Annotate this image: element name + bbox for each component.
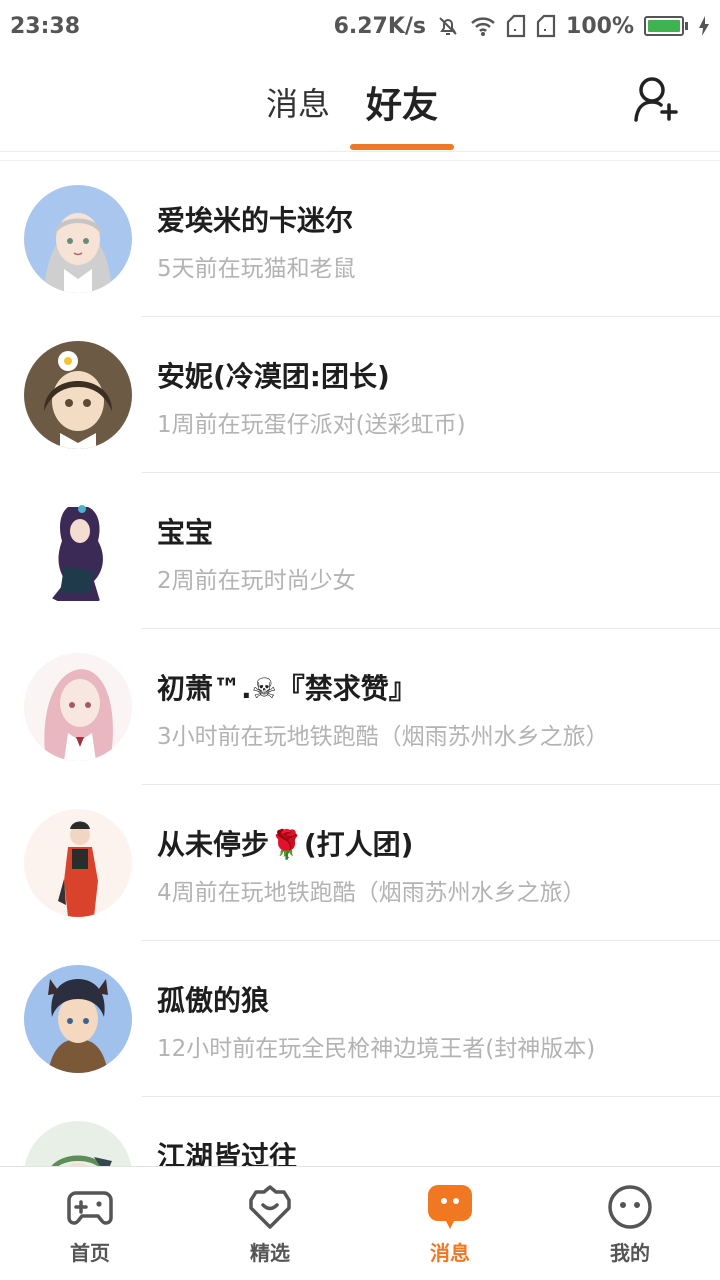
friend-status: 1周前在玩蛋仔派对(送彩虹币) <box>157 412 466 438</box>
friend-status: 5天前在玩猫和老鼠 <box>157 256 356 282</box>
avatar[interactable] <box>24 185 132 293</box>
nav-home[interactable]: 首页 <box>0 1167 180 1280</box>
net-speed: 6.27K/s <box>333 13 427 39</box>
friend-name: 初萧™.☠『禁求赞』 <box>157 672 417 705</box>
battery-percent: 100% <box>566 13 634 39</box>
friend-status: 2周前在玩时尚少女 <box>157 568 356 594</box>
nav-messages[interactable]: 消息 <box>360 1167 540 1280</box>
nav-messages-label: 消息 <box>430 1241 470 1265</box>
avatar[interactable] <box>24 497 132 605</box>
friend-status: 12小时前在玩全民枪神边境王者(封神版本) <box>157 1036 596 1062</box>
friend-name: 从未停步🌹(打人团) <box>157 828 414 861</box>
gamepad-icon <box>67 1191 113 1225</box>
avatar[interactable] <box>24 341 132 449</box>
tab-active-indicator <box>350 144 455 150</box>
mute-bell-icon <box>436 14 460 38</box>
friend-row[interactable]: 爱埃米的卡迷尔 5天前在玩猫和老鼠 <box>0 161 720 317</box>
face-icon <box>608 1185 652 1229</box>
friend-row[interactable]: 从未停步🌹(打人团) 4周前在玩地铁跑酷（烟雨苏州水乡之旅） <box>0 785 720 941</box>
nav-featured[interactable]: 精选 <box>180 1167 360 1280</box>
friends-list: 爱埃米的卡迷尔 5天前在玩猫和老鼠 安妮(冷漠团:团长) 1周前在玩蛋仔派对(送… <box>0 160 720 1166</box>
tab-messages[interactable]: 消息 <box>266 52 330 152</box>
friend-row[interactable]: 孤傲的狼 12小时前在玩全民枪神边境王者(封神版本) <box>0 941 720 1097</box>
tab-friends-label: 好友 <box>366 85 439 126</box>
tab-messages-label: 消息 <box>265 85 330 123</box>
friend-status: 4周前在玩地铁跑酷（烟雨苏州水乡之旅） <box>157 880 586 906</box>
friend-name: 孤傲的狼 <box>157 984 270 1017</box>
friend-status: 3小时前在玩地铁跑酷（烟雨苏州水乡之旅） <box>157 724 609 750</box>
battery-icon <box>644 16 688 36</box>
avatar[interactable] <box>24 809 132 917</box>
friend-row[interactable]: 安妮(冷漠团:团长) 1周前在玩蛋仔派对(送彩虹币) <box>0 317 720 473</box>
tab-friends[interactable]: 好友 <box>350 52 455 152</box>
top-tabs: 消息 好友 <box>0 52 720 152</box>
wifi-icon <box>470 15 496 37</box>
status-time: 23:38 <box>10 13 81 39</box>
friend-row[interactable]: 江湖皆过往 <box>0 1097 720 1166</box>
bottom-nav: 首页 精选 消息 我的 <box>0 1166 720 1280</box>
friend-name: 宝宝 <box>157 516 214 549</box>
avatar[interactable] <box>24 1121 132 1166</box>
sim2-icon <box>536 14 556 38</box>
friend-row[interactable]: 初萧™.☠『禁求赞』 3小时前在玩地铁跑酷（烟雨苏州水乡之旅） <box>0 629 720 785</box>
nav-profile-label: 我的 <box>610 1241 650 1265</box>
heart-badge-icon <box>249 1185 291 1229</box>
avatar[interactable] <box>24 653 132 761</box>
status-bar: 23:38 6.27K/s 100% <box>0 0 720 52</box>
chat-bubble-icon <box>428 1185 472 1229</box>
sim1-icon <box>506 14 526 38</box>
status-indicators: 6.27K/s 100% <box>334 14 710 39</box>
nav-home-label: 首页 <box>70 1241 110 1265</box>
nav-featured-label: 精选 <box>250 1241 290 1265</box>
add-user-icon[interactable] <box>632 74 680 126</box>
friend-name: 江湖皆过往 <box>157 1140 298 1166</box>
top-header: 消息 好友 <box>0 52 720 152</box>
nav-profile[interactable]: 我的 <box>540 1167 720 1280</box>
charging-icon <box>698 15 710 37</box>
friend-name: 爱埃米的卡迷尔 <box>157 204 354 237</box>
friend-name: 安妮(冷漠团:团长) <box>157 360 390 393</box>
avatar[interactable] <box>24 965 132 1073</box>
friend-row[interactable]: 宝宝 2周前在玩时尚少女 <box>0 473 720 629</box>
